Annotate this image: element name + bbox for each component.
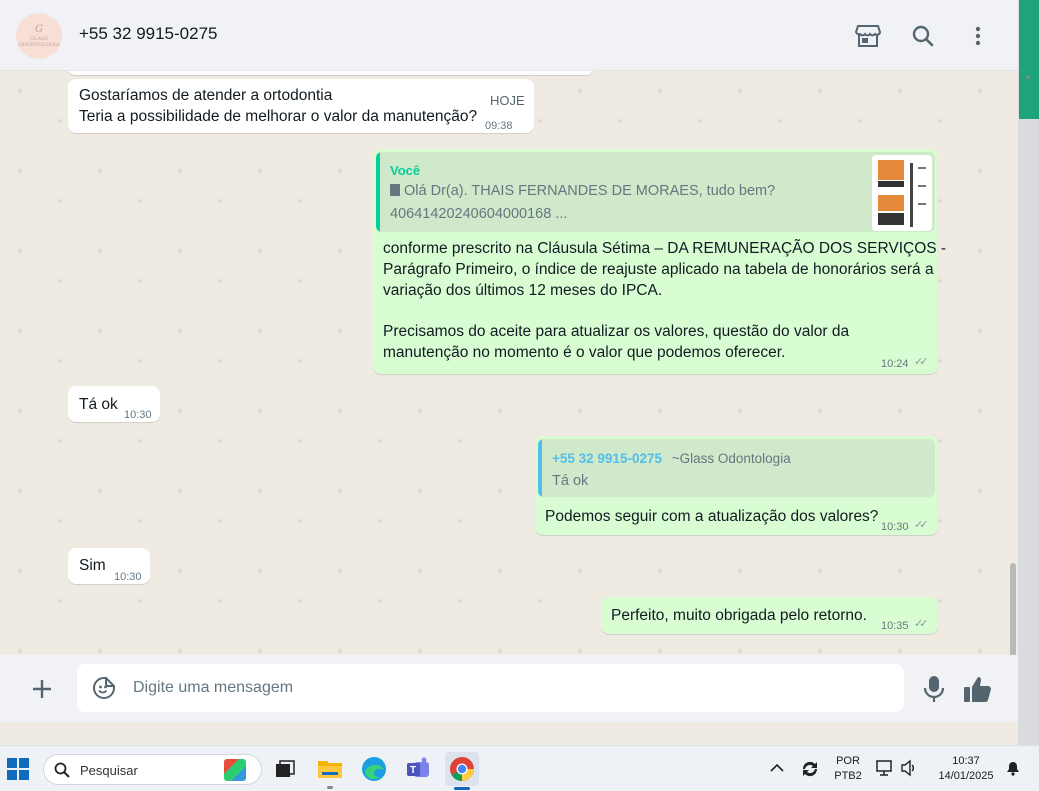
message-text: Sim: [79, 557, 106, 574]
message-text: variação dos últimos 12 meses do IPCA.: [383, 282, 663, 299]
message-text: manutenção no momento é o valor que pode…: [383, 344, 786, 361]
menu-icon[interactable]: [964, 22, 992, 50]
quoted-message[interactable]: Você Olá Dr(a). THAIS FERNANDES DE MORAE…: [376, 152, 935, 232]
system-clock[interactable]: 10:37 14/01/2025: [928, 754, 1004, 784]
quote-author: +55 32 9915-0275: [552, 451, 662, 466]
task-view-icon[interactable]: [268, 752, 302, 786]
network-icon[interactable]: [876, 759, 894, 782]
volume-icon[interactable]: [900, 759, 918, 782]
read-ticks-icon: ✓✓: [914, 356, 929, 368]
message-text: conforme prescrito na Cláusula Sétima – …: [383, 240, 947, 257]
taskbar-search-placeholder: Pesquisar: [80, 763, 138, 778]
message-time: 09:38: [485, 120, 513, 132]
message-text: Precisamos do aceite para atualizar os v…: [383, 323, 850, 340]
sync-icon[interactable]: [799, 758, 821, 785]
avatar[interactable]: G GLASS ODONTOLOGIA: [16, 13, 62, 59]
message-placeholder: Digite uma mensagem: [133, 679, 294, 696]
message-text: Perfeito, muito obrigada pelo retorno.: [611, 607, 867, 624]
avatar-text: GLASS ODONTOLOGIA: [18, 36, 60, 48]
quote-text: Tá ok: [552, 473, 589, 489]
message-time: 10:30: [124, 409, 152, 421]
message-text: Gostaríamos de atender a ortodontia: [79, 87, 333, 104]
message-text: Podemos seguir com a atualização dos val…: [545, 508, 879, 525]
quote-author: Você: [390, 163, 421, 178]
contact-name[interactable]: +55 32 9915-0275: [79, 24, 218, 44]
document-thumbnail: [872, 155, 932, 231]
document-icon: [390, 184, 400, 196]
whatsapp-window: G GLASS ODONTOLOGIA +55 32 9915-0275 Gos…: [0, 0, 1018, 722]
message-text: Tá ok: [79, 396, 118, 413]
sticker-icon[interactable]: [92, 676, 116, 700]
message-time: 10:24: [881, 358, 909, 370]
svg-text:T: T: [410, 765, 416, 776]
search-icon: [54, 762, 70, 783]
chrome-icon[interactable]: [445, 752, 479, 790]
thumbs-up-icon[interactable]: [963, 675, 993, 703]
message-bubble-incoming[interactable]: Tá ok 10:30: [68, 386, 160, 422]
read-ticks-icon: ✓✓: [914, 618, 929, 630]
taskbar-search[interactable]: Pesquisar: [43, 754, 262, 785]
message-bubble-partial[interactable]: [68, 71, 593, 75]
chat-area[interactable]: Gostaríamos de atender a ortodontia Teri…: [0, 71, 1018, 655]
message-time: 10:30: [881, 521, 909, 533]
message-text: Teria a possibilidade de melhorar o valo…: [79, 108, 478, 125]
side-panel-edge: ▲: [1018, 0, 1039, 745]
notification-bell-icon[interactable]: [1004, 759, 1022, 782]
attach-plus-icon[interactable]: [30, 677, 54, 701]
edge-browser-icon[interactable]: [357, 752, 391, 786]
scroll-up-icon[interactable]: ▲: [1024, 72, 1032, 81]
quote-text: Olá Dr(a). THAIS FERNANDES DE MORAES, tu…: [404, 183, 776, 199]
message-text: Parágrafo Primeiro, o índice de reajuste…: [383, 261, 934, 278]
message-bubble-incoming[interactable]: Gostaríamos de atender a ortodontia Teri…: [68, 79, 534, 133]
quoted-message[interactable]: +55 32 9915-0275 ~Glass Odontologia Tá o…: [538, 439, 935, 497]
quote-group: ~Glass Odontologia: [671, 451, 791, 466]
microphone-icon[interactable]: [923, 675, 945, 703]
rubiks-cube-icon: [224, 759, 246, 781]
message-time: 10:30: [114, 571, 142, 583]
message-bubble-outgoing[interactable]: Perfeito, muito obrigada pelo retorno. 1…: [601, 597, 938, 634]
language-indicator[interactable]: POR PTB2: [830, 754, 866, 784]
message-time: 10:35: [881, 620, 909, 632]
composer-bar: Digite uma mensagem: [0, 655, 1018, 722]
chevron-up-icon[interactable]: [770, 760, 784, 776]
message-bubble-outgoing[interactable]: +55 32 9915-0275 ~Glass Odontologia Tá o…: [535, 436, 938, 535]
chat-scrollbar[interactable]: [1010, 563, 1016, 655]
message-bubble-incoming[interactable]: Sim 10:30: [68, 548, 150, 584]
read-ticks-icon: ✓✓: [914, 519, 929, 531]
file-explorer-icon[interactable]: [313, 752, 347, 789]
teams-icon[interactable]: T: [401, 752, 435, 786]
windows-start-icon[interactable]: [7, 758, 29, 780]
quote-text: 40641420240604000168 ...: [390, 206, 568, 222]
message-input[interactable]: Digite uma mensagem: [77, 664, 904, 712]
store-icon[interactable]: [854, 22, 882, 50]
search-icon[interactable]: [909, 22, 937, 50]
message-bubble-outgoing[interactable]: Você Olá Dr(a). THAIS FERNANDES DE MORAE…: [373, 149, 946, 374]
windows-taskbar: Pesquisar T POR PTB2 10:37 14/01/2025: [0, 745, 1039, 791]
date-badge: HOJE: [490, 93, 525, 108]
chat-header: G GLASS ODONTOLOGIA +55 32 9915-0275: [0, 0, 1018, 71]
